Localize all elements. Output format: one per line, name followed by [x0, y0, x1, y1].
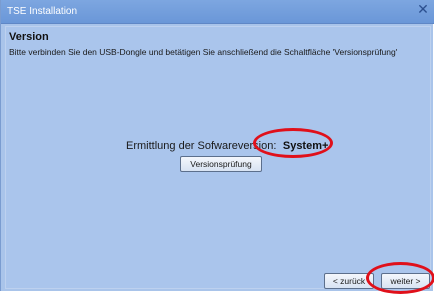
content-panel: Version Bitte verbinden Sie den USB-Dong… [5, 26, 431, 289]
window-title: TSE Installation [7, 6, 78, 17]
title-bar[interactable]: TSE Installation ✕ [1, 0, 434, 24]
version-value: System+ [282, 140, 329, 152]
back-button[interactable]: < zurück [324, 273, 374, 289]
version-label: Ermittlung der Sofwareversion: [126, 140, 277, 152]
version-check-button[interactable]: Versionsprüfung [180, 156, 262, 172]
next-button[interactable]: weiter > [381, 273, 430, 289]
instruction-text: Bitte verbinden Sie den USB-Dongle und b… [9, 47, 398, 57]
installer-window: TSE Installation ✕ Version Bitte verbind… [0, 0, 434, 294]
page-title: Version [9, 31, 49, 43]
close-icon[interactable]: ✕ [416, 3, 430, 17]
version-info: Ermittlung der Sofwareversion: System+ [126, 136, 328, 152]
